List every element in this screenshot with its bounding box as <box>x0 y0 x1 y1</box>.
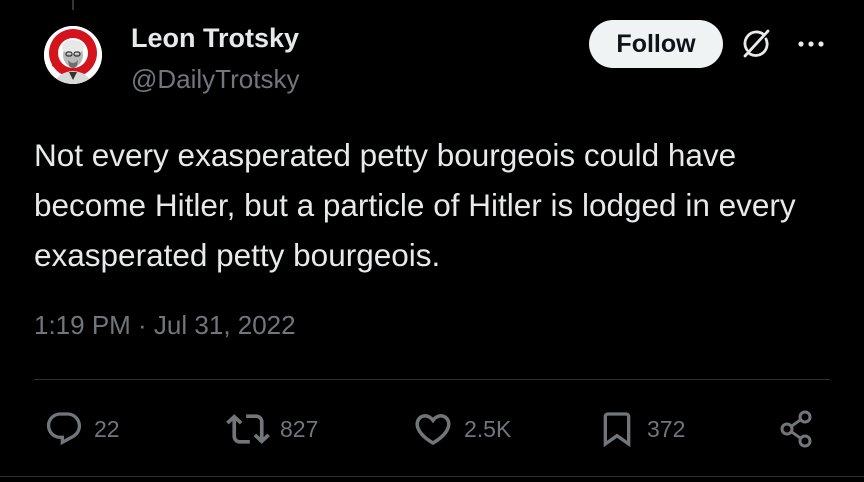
divider <box>34 379 830 380</box>
bookmark-button[interactable]: 372 <box>597 407 685 451</box>
bookmark-count: 372 <box>647 415 686 442</box>
share-button[interactable] <box>776 407 820 451</box>
timestamp[interactable]: 1:19 PM · Jul 31, 2022 <box>34 310 296 341</box>
reply-count: 22 <box>94 415 120 442</box>
more-icon[interactable] <box>794 30 830 58</box>
tweet: Leon Trotsky @DailyTrotsky Follow Not ev… <box>0 0 864 482</box>
bottom-divider <box>0 476 864 477</box>
like-count: 2.5K <box>464 415 512 442</box>
follow-button[interactable]: Follow <box>589 20 723 68</box>
author-handle[interactable]: @DailyTrotsky <box>131 64 299 95</box>
thread-line <box>72 0 74 10</box>
reply-icon <box>46 412 82 446</box>
like-button[interactable]: 2.5K <box>412 407 511 451</box>
author-name[interactable]: Leon Trotsky <box>131 23 299 54</box>
reply-button[interactable]: 22 <box>44 407 120 451</box>
share-icon <box>780 410 812 448</box>
repost-count: 827 <box>280 415 319 442</box>
repost-icon <box>226 414 270 444</box>
bookmark-icon <box>603 412 631 448</box>
tweet-text: Not every exasperated petty bourgeois co… <box>34 137 796 273</box>
repost-button[interactable]: 827 <box>226 407 318 451</box>
avatar[interactable] <box>44 26 102 84</box>
grok-icon[interactable] <box>738 26 774 62</box>
like-icon <box>415 414 451 446</box>
